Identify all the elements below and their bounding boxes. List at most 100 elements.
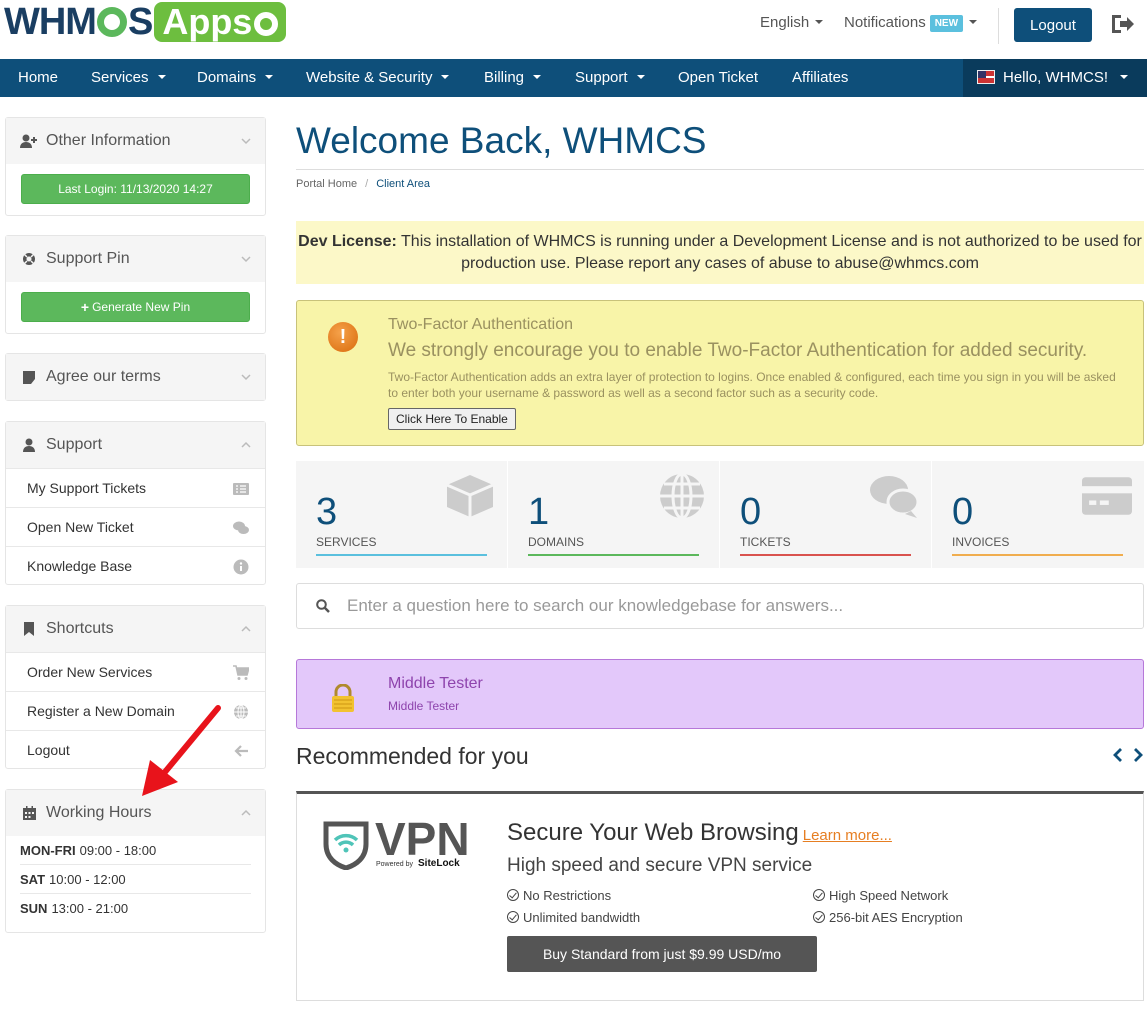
generate-new-pin-button[interactable]: + Generate New Pin	[21, 292, 250, 322]
logo-apps-gear-icon	[254, 12, 279, 37]
panel-header[interactable]: Agree our terms	[6, 354, 265, 400]
sidebar-item-open-new-ticket[interactable]: Open New Ticket	[6, 507, 265, 546]
chevron-down-icon[interactable]	[241, 136, 251, 146]
chevron-down-icon[interactable]	[241, 372, 251, 382]
panel-agree-terms: Agree our terms	[5, 353, 266, 401]
panel-header[interactable]: Shortcuts	[6, 606, 265, 652]
stat-underline	[952, 554, 1123, 556]
nav-affiliates[interactable]: Affiliates	[792, 59, 848, 97]
panel-header[interactable]: Support	[6, 422, 265, 468]
sidebar-item-label: Knowledge Base	[27, 558, 133, 574]
notifications-dropdown[interactable]: Notifications NEW	[844, 14, 978, 32]
feature-label: No Restrictions	[523, 888, 612, 903]
shield-wifi-icon	[323, 821, 369, 870]
nav-home[interactable]: Home	[18, 59, 58, 97]
credit-card-icon	[1082, 477, 1132, 515]
breadcrumb-separator: /	[365, 178, 369, 190]
chevron-up-icon[interactable]	[241, 440, 251, 450]
recommended-heading: Recommended for you	[296, 743, 529, 769]
feature-item: High Speed Network	[813, 888, 948, 903]
plus-icon: +	[80, 299, 90, 315]
notifications-label: Notifications	[844, 14, 926, 31]
comments-icon	[233, 521, 249, 534]
caret-down-icon	[441, 75, 450, 79]
dev-license-text: This installation of WHMCS is running un…	[401, 233, 1142, 272]
stat-label: TICKETS	[740, 535, 791, 549]
nav-support[interactable]: Support	[575, 59, 645, 97]
stat-domains[interactable]: 1 DOMAINS	[508, 461, 720, 568]
sidebar-item-knowledge-base[interactable]: Knowledge Base	[6, 546, 265, 585]
feature-label: Unlimited bandwidth	[523, 910, 641, 925]
nav-services-label: Services	[91, 69, 149, 86]
breadcrumb-current: Client Area	[376, 178, 431, 190]
carousel-arrows-icon[interactable]	[1112, 747, 1144, 763]
nav-open-ticket[interactable]: Open Ticket	[678, 59, 758, 97]
check-circle-icon	[507, 911, 519, 923]
stat-underline	[528, 554, 699, 556]
comments-icon	[870, 476, 919, 518]
learn-more-link[interactable]: Learn more...	[803, 827, 892, 844]
feature-item: Unlimited bandwidth	[507, 910, 640, 925]
search-input[interactable]	[347, 584, 1127, 628]
chevron-up-icon[interactable]	[241, 808, 251, 818]
stat-tickets[interactable]: 0 TICKETS	[720, 461, 932, 568]
hours-row: SUN 13:00 - 21:00	[20, 894, 251, 923]
nav-domains[interactable]: Domains	[197, 59, 274, 97]
last-login-button[interactable]: Last Login: 11/13/2020 14:27	[21, 174, 250, 204]
vpn-heading-text: Secure Your Web Browsing	[507, 819, 799, 846]
vpn-subheading: High speed and secure VPN service	[507, 855, 813, 876]
sign-out-icon[interactable]	[1110, 13, 1134, 35]
nav-billing[interactable]: Billing	[484, 59, 542, 97]
enable-2fa-button[interactable]: Click Here To Enable	[388, 408, 516, 430]
sticky-note-icon	[20, 369, 38, 385]
nav-support-label: Support	[575, 69, 628, 86]
sidebar-item-label: Order New Services	[27, 664, 153, 680]
sidebar-item-label: Logout	[27, 742, 70, 758]
check-circle-icon	[813, 911, 825, 923]
hours-time: 09:00 - 18:00	[79, 842, 157, 858]
panel-support: Support My Support Tickets Open New Tick…	[5, 421, 266, 585]
nav-website-security-label: Website & Security	[306, 69, 433, 86]
tfa-subtitle: We strongly encourage you to enable Two-…	[388, 340, 1088, 361]
panel-title: Support	[46, 436, 103, 453]
notifications-new-badge: NEW	[929, 15, 964, 32]
stat-underline	[740, 554, 911, 556]
logo-apps-badge: Apps	[154, 2, 287, 42]
shopping-cart-icon	[233, 665, 249, 680]
arrow-left-icon	[234, 745, 248, 757]
panel-working-hours: Working Hours MON-FRI 09:00 - 18:00 SAT 10…	[5, 789, 266, 933]
caret-down-icon	[815, 20, 824, 24]
logo-text-part1: WHM	[4, 0, 97, 43]
two-factor-alert: ! Two-Factor Authentication We strongly …	[296, 300, 1144, 446]
stat-invoices[interactable]: 0 INVOICES	[932, 461, 1144, 568]
caret-down-icon	[157, 75, 166, 79]
sitelock-brand: SiteLock	[418, 858, 460, 869]
check-circle-icon	[813, 889, 825, 901]
chevron-down-icon[interactable]	[241, 254, 251, 264]
feature-label: High Speed Network	[829, 888, 949, 903]
exclamation-circle-icon: !	[328, 322, 358, 352]
panel-header[interactable]: Other Information	[6, 118, 265, 164]
stat-services[interactable]: 3 SERVICES	[296, 461, 508, 568]
dev-license-notice: Dev License: This installation of WHMCS …	[296, 221, 1144, 284]
language-dropdown[interactable]: English	[760, 14, 824, 31]
user-menu-dropdown[interactable]: Hello, WHMCS!	[963, 59, 1147, 97]
logout-button[interactable]: Logout	[1014, 8, 1092, 42]
annotation-arrow-icon	[142, 705, 221, 796]
chevron-up-icon[interactable]	[241, 624, 251, 634]
sidebar-item-my-support-tickets[interactable]: My Support Tickets	[6, 468, 265, 507]
nav-services[interactable]: Services	[91, 59, 166, 97]
panel-support-pin: Support Pin + Generate New Pin	[5, 235, 266, 334]
buy-vpn-button[interactable]: Buy Standard from just $9.99 USD/mo	[507, 936, 817, 972]
panel-other-information: Other Information Last Login: 11/13/2020…	[5, 117, 266, 216]
caret-down-icon	[1120, 75, 1129, 79]
whmcs-apps-logo[interactable]: WHM S Apps	[4, 0, 287, 43]
hours-day: SUN	[20, 901, 48, 916]
panel-title: Working Hours	[46, 804, 152, 821]
breadcrumb-home[interactable]: Portal Home	[296, 178, 357, 190]
sidebar-item-order-new-services[interactable]: Order New Services	[6, 652, 265, 691]
panel-header[interactable]: Support Pin	[6, 236, 265, 282]
user-plus-icon	[20, 133, 38, 149]
tfa-description: Two-Factor Authentication adds an extra …	[388, 370, 1116, 400]
nav-website-security[interactable]: Website & Security	[306, 59, 450, 97]
